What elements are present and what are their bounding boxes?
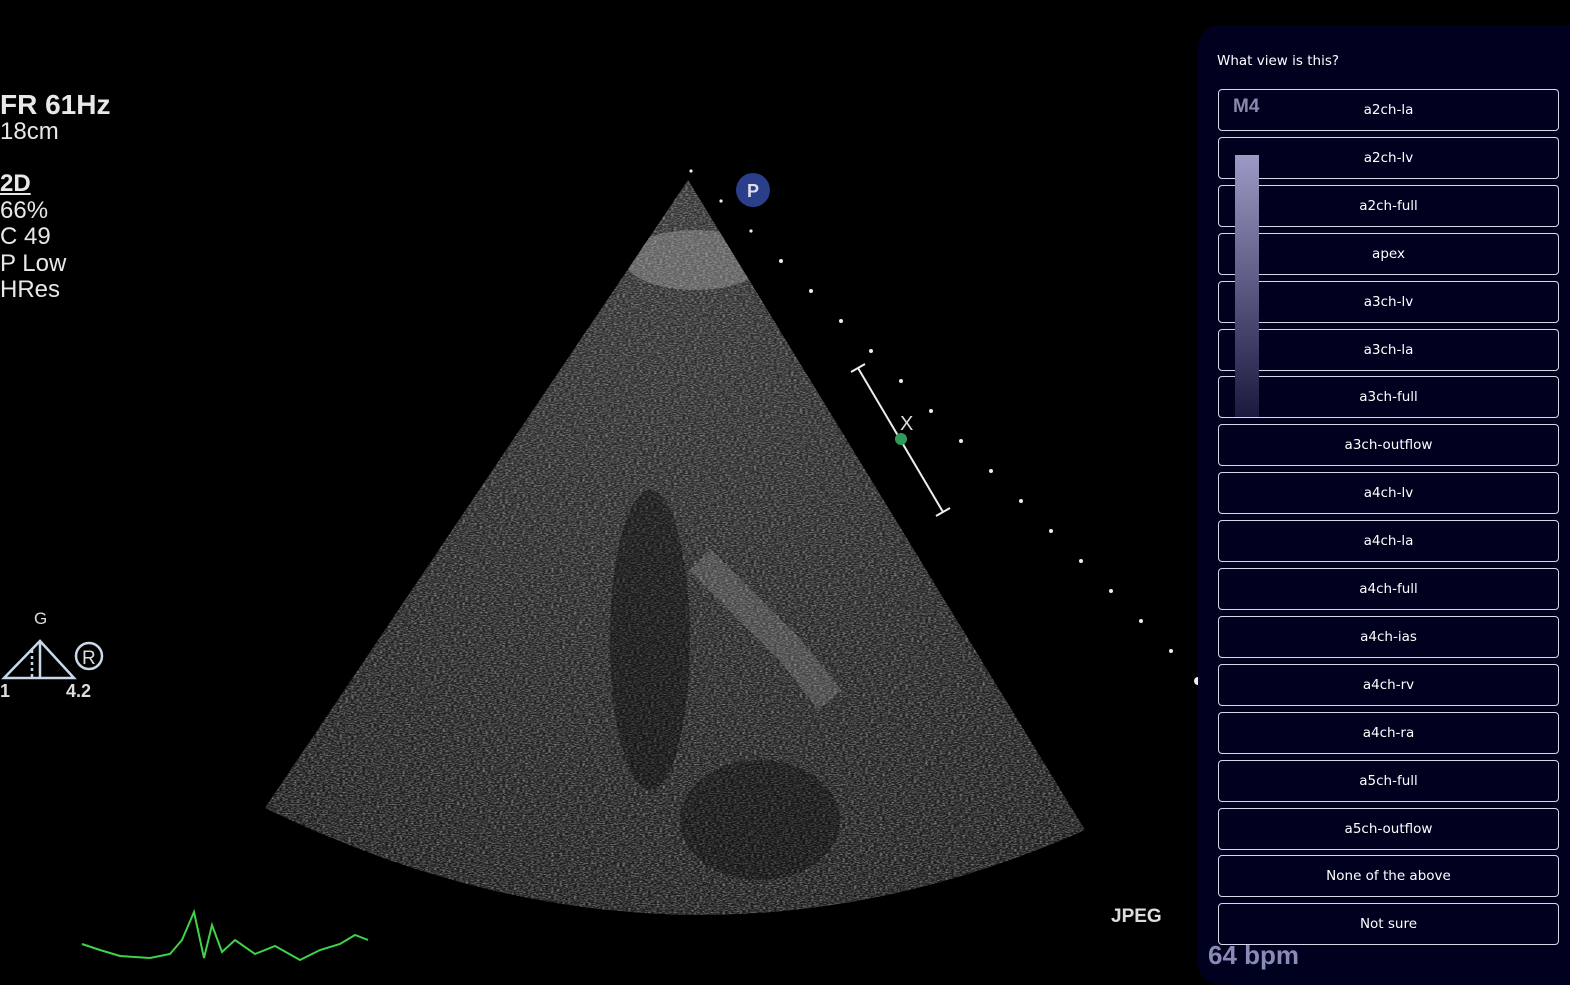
option-button[interactable]: None of the above (1218, 855, 1559, 898)
ecg-trace (81, 908, 369, 962)
format-label: JPEG (1111, 906, 1162, 927)
option-button[interactable]: a2ch-lv (1218, 136, 1559, 179)
depth: 18cm (0, 117, 59, 145)
ultrasound-sector (265, 180, 1085, 915)
gain-left: 1 (0, 681, 10, 701)
option-button[interactable]: Not sure (1218, 903, 1559, 946)
option-button[interactable]: a3ch-la (1218, 328, 1559, 371)
acquisition-params: FR 61Hz 18cm 2D 66% C 49 P Low HRes (0, 89, 111, 304)
svg-text:P: P (747, 181, 759, 201)
option-button[interactable]: a2ch-la (1218, 89, 1559, 131)
probe-label: M4 (1233, 96, 1260, 117)
power: P Low (0, 249, 67, 277)
option-button[interactable]: a2ch-full (1218, 184, 1559, 227)
registered-mark: R (82, 648, 96, 669)
option-button[interactable]: a4ch-la (1218, 520, 1559, 563)
mode: 2D (0, 170, 31, 197)
gain: 66% (0, 196, 49, 224)
gain-right: 4.2 (66, 681, 91, 701)
question-title: What view is this? (1217, 53, 1340, 69)
option-button[interactable]: a4ch-ra (1218, 711, 1559, 754)
gain-label: G (34, 609, 47, 628)
frame-rate: FR 61Hz (0, 89, 111, 120)
compression: C 49 (0, 223, 51, 250)
option-button[interactable]: a4ch-rv (1218, 663, 1559, 706)
option-button[interactable]: a5ch-full (1218, 759, 1559, 802)
option-button[interactable]: a4ch-ias (1218, 615, 1559, 658)
option-button[interactable]: a4ch-full (1218, 568, 1559, 610)
option-button[interactable]: apex (1218, 232, 1559, 275)
option-button[interactable]: a4ch-lv (1218, 472, 1559, 515)
option-button[interactable]: a5ch-outflow (1218, 807, 1559, 850)
probe-orientation-marker: P (736, 173, 770, 207)
option-button[interactable]: a3ch-outflow (1218, 424, 1559, 467)
gray-scale-bar (1235, 155, 1259, 417)
resolution: HRes (0, 276, 61, 303)
scale-marker: X (900, 413, 913, 435)
heart-rate: 64 bpm (1208, 940, 1300, 970)
option-button[interactable]: a3ch-lv (1218, 280, 1559, 323)
ultrasound-image: X P G R 1 4.2 (0, 169, 1200, 962)
focus-dot (895, 433, 907, 445)
option-button[interactable]: a3ch-full (1218, 376, 1559, 419)
